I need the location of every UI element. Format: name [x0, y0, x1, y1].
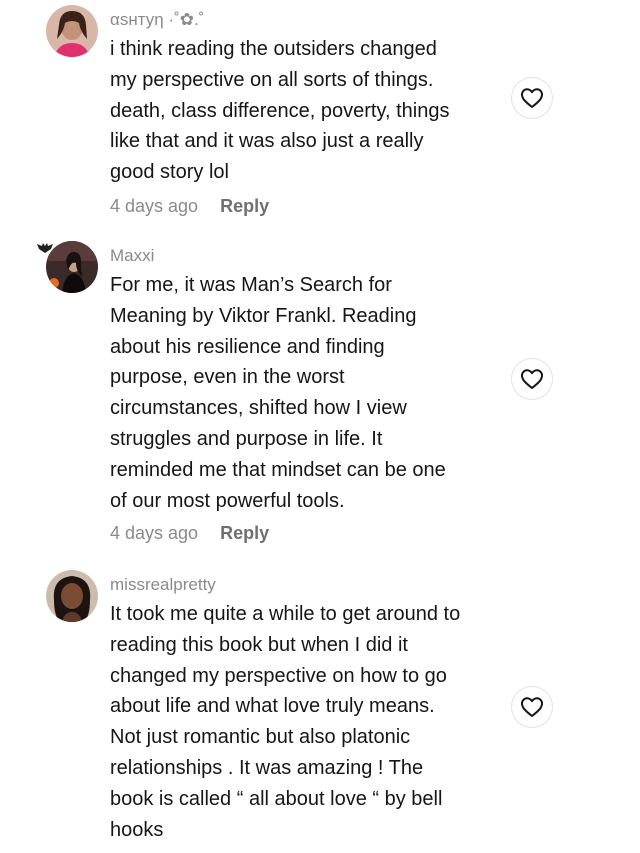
- like-button[interactable]: [511, 686, 553, 728]
- comment-3: missrealpretty It took me quite a while …: [0, 0, 640, 853]
- comment-text: It took me quite a while to get around t…: [110, 603, 461, 841]
- heart-outline-icon: [521, 697, 543, 717]
- username[interactable]: missrealpretty: [110, 575, 216, 595]
- avatar-photo: [46, 570, 98, 622]
- avatar[interactable]: [46, 570, 98, 622]
